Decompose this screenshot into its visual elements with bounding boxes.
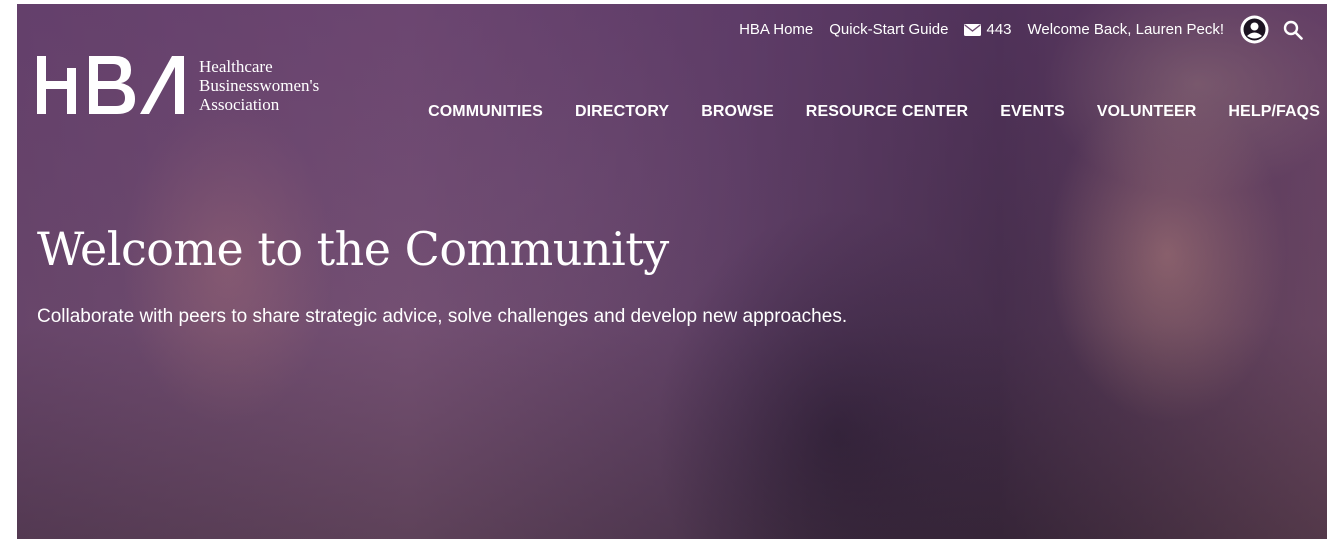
nav-volunteer[interactable]: VOLUNTEER: [1097, 103, 1197, 121]
envelope-icon: [964, 23, 982, 36]
welcome-message: Welcome Back, Lauren Peck!: [1027, 21, 1224, 38]
utility-bar: HBA Home Quick-Start Guide 443 Welcome B…: [723, 15, 1303, 44]
main-nav: COMMUNITIES DIRECTORY BROWSE RESOURCE CE…: [396, 103, 1320, 121]
nav-resource-center[interactable]: RESOURCE CENTER: [806, 103, 968, 121]
quick-start-guide-link[interactable]: Quick-Start Guide: [829, 21, 948, 38]
nav-help-faqs[interactable]: HELP/FAQS: [1228, 103, 1320, 121]
messages-link[interactable]: 443: [964, 21, 1012, 38]
hero-subtitle: Collaborate with peers to share strategi…: [37, 306, 848, 327]
nav-directory[interactable]: DIRECTORY: [575, 103, 669, 121]
hba-home-link[interactable]: HBA Home: [739, 21, 813, 38]
nav-events[interactable]: EVENTS: [1000, 103, 1065, 121]
logo-line-3: Association: [199, 94, 280, 114]
hba-logo[interactable]: Healthcare Businesswomen's Association: [37, 54, 319, 116]
hero-title: Welcome to the Community: [37, 222, 669, 276]
logo-line-1: Healthcare: [199, 56, 273, 76]
hero-banner: Healthcare Businesswomen's Association H…: [17, 4, 1327, 539]
hba-logo-mark: [37, 56, 184, 114]
nav-browse[interactable]: BROWSE: [701, 103, 774, 121]
nav-communities[interactable]: COMMUNITIES: [428, 103, 543, 121]
messages-count: 443: [986, 21, 1012, 38]
user-circle-icon[interactable]: [1240, 15, 1269, 44]
search-icon[interactable]: [1283, 20, 1303, 40]
logo-line-2: Businesswomen's: [199, 75, 320, 95]
logo-wordmark: Healthcare Businesswomen's Association: [199, 57, 319, 114]
